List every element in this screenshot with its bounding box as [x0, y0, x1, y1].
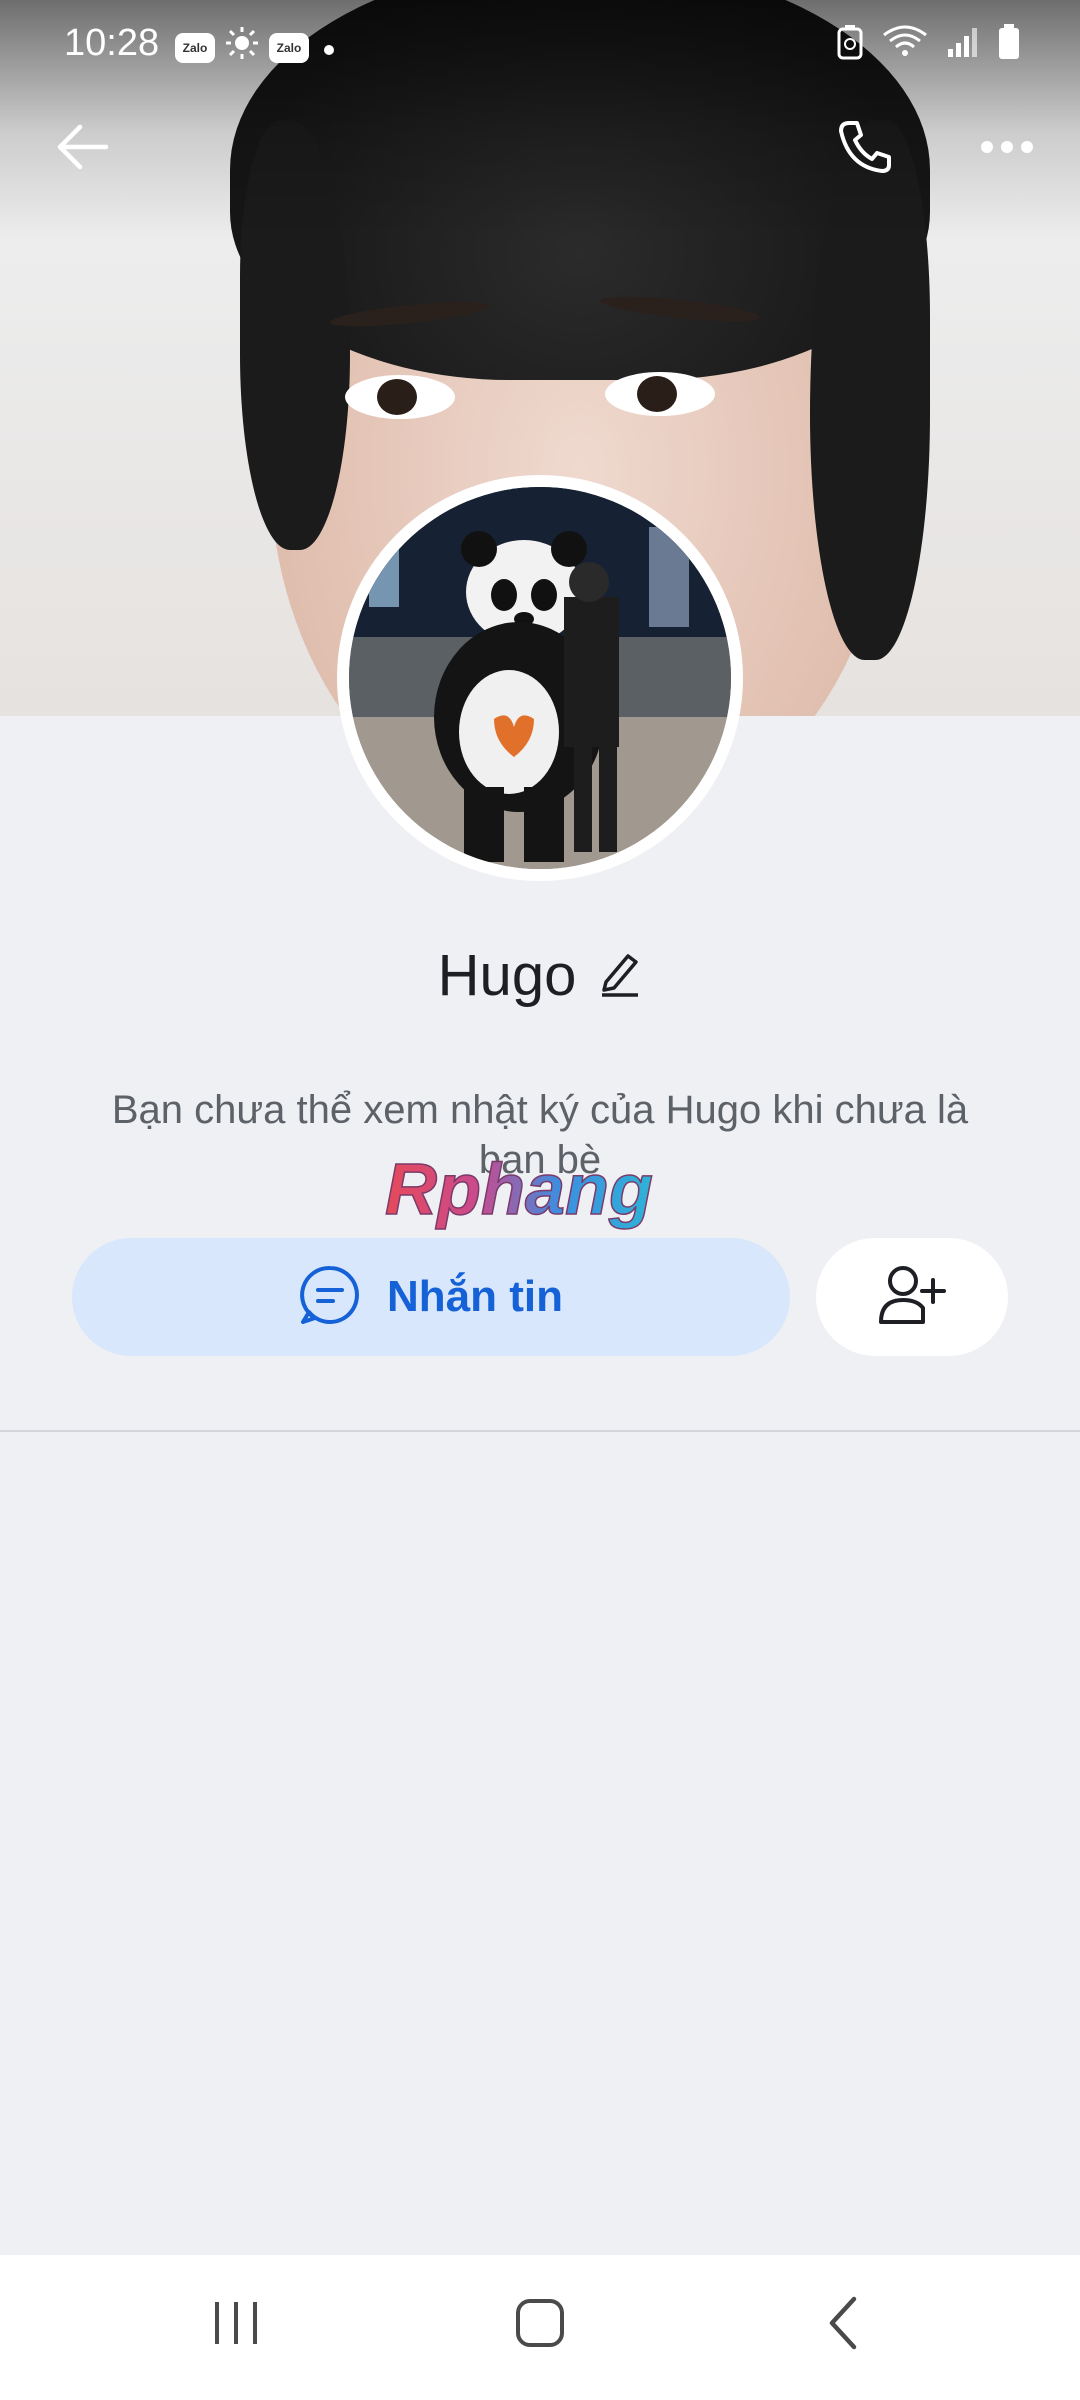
more-icon: [979, 139, 1035, 160]
phone-icon: [835, 117, 895, 182]
more-button[interactable]: [962, 104, 1052, 194]
system-nav-bar: [0, 2255, 1080, 2400]
name-row: Hugo: [0, 935, 1080, 1015]
avatar[interactable]: [337, 475, 743, 881]
status-bar: 10:28 Zalo Zalo: [0, 0, 1080, 76]
avatar-photo: [349, 487, 731, 869]
chat-bubble-icon: [299, 1264, 361, 1331]
status-right-icons: [836, 24, 1020, 70]
watermark-logo: Rphang: [375, 1148, 715, 1238]
back-icon: [824, 2295, 860, 2356]
signal-icon: [946, 25, 980, 69]
svg-text:Rphang: Rphang: [385, 1150, 653, 1230]
back-arrow-icon: [54, 123, 110, 176]
cover-eye-right: [605, 372, 715, 416]
recent-apps-icon: [211, 2298, 261, 2353]
add-friend-button[interactable]: [816, 1238, 1008, 1356]
zalo-icon: Zalo: [269, 33, 309, 63]
home-button[interactable]: [480, 2275, 600, 2375]
battery-icon: [998, 24, 1020, 70]
dot-icon: [319, 27, 339, 70]
status-notifications: Zalo Zalo: [175, 26, 339, 70]
system-back-button[interactable]: [782, 2275, 902, 2375]
cover-eye-left: [345, 375, 455, 419]
add-person-icon: [877, 1264, 947, 1331]
profile-name: Hugo: [437, 942, 577, 1008]
back-button[interactable]: [37, 104, 127, 194]
status-time: 10:28: [64, 22, 160, 64]
pencil-icon[interactable]: [598, 948, 642, 1003]
wifi-icon: [882, 25, 928, 69]
battery-saver-icon: [836, 24, 864, 70]
divider: [0, 1430, 1080, 1432]
recent-apps-button[interactable]: [176, 2275, 296, 2375]
call-button[interactable]: [820, 104, 910, 194]
home-icon: [514, 2297, 566, 2354]
zalo-icon: Zalo: [175, 33, 215, 63]
brightness-icon: [225, 26, 259, 70]
message-button-label: Nhắn tin: [387, 1272, 563, 1321]
message-button[interactable]: Nhắn tin: [72, 1238, 790, 1356]
